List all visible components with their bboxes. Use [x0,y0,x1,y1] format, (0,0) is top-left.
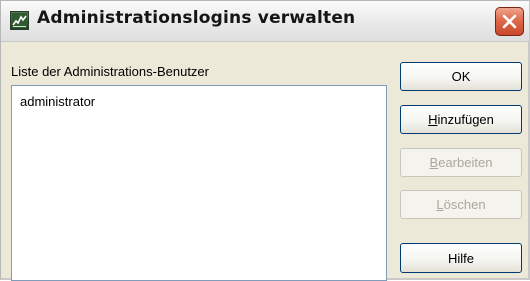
admin-users-listbox[interactable]: administrator [11,85,387,281]
help-button[interactable]: Hilfe [400,243,522,273]
delete-button[interactable]: Löschen [400,190,522,219]
app-chart-icon [10,11,29,30]
add-button-label: Hinzufügen [428,112,494,127]
list-item[interactable]: administrator [20,94,95,109]
help-button-label: Hilfe [447,250,474,266]
edit-button-label: Bearbeiten [429,155,493,170]
edit-button[interactable]: Bearbeiten [400,148,522,177]
ok-button-label: OK [451,69,471,84]
title-bar[interactable]: Administrationslogins verwalten [1,1,529,42]
admin-users-label: Liste der Administrations-Benutzer [11,64,209,79]
add-button[interactable]: Hinzufügen [400,105,522,134]
window-title: Administrationslogins verwalten [37,8,356,28]
dialog-window: Administrationslogins verwalten Liste de… [0,0,530,281]
delete-button-label: Löschen [436,197,486,212]
close-icon [502,14,517,29]
close-button[interactable] [495,7,524,36]
ok-button[interactable]: OK [400,62,522,91]
